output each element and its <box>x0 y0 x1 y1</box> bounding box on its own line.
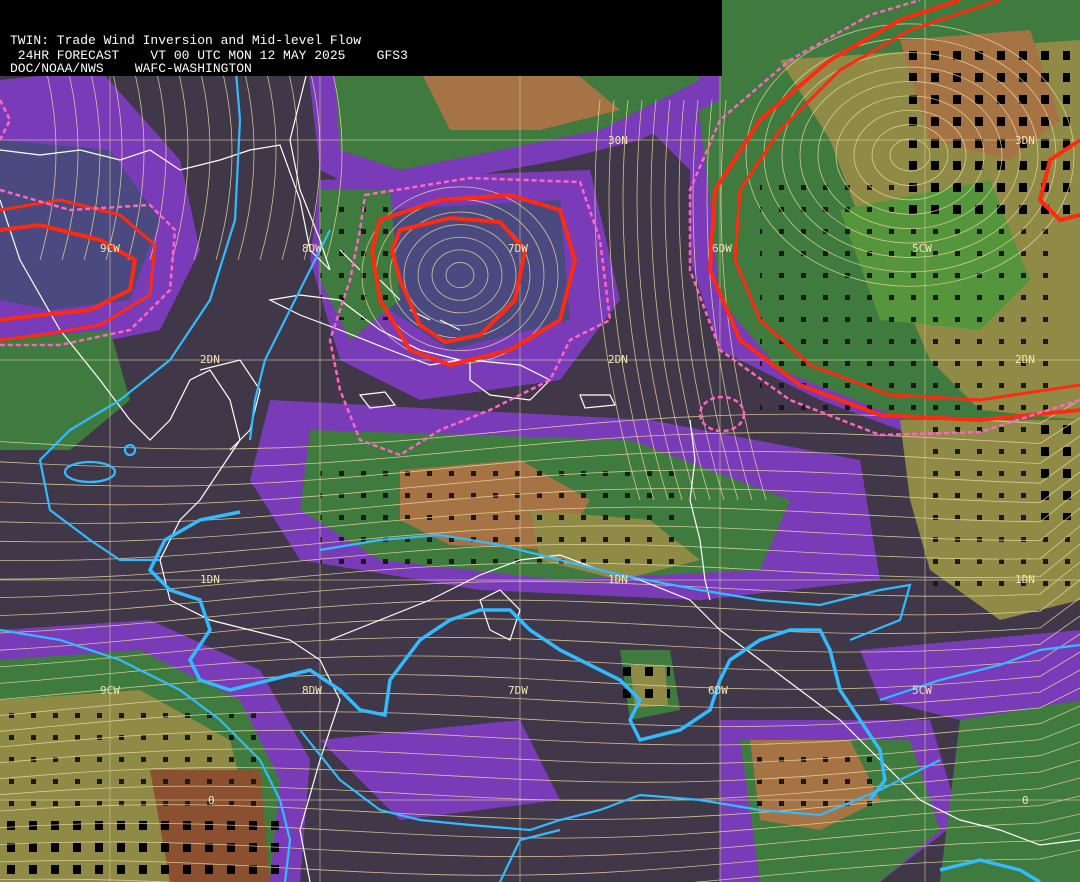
map-header: TWIN: Trade Wind Inversion and Mid-level… <box>0 0 722 76</box>
map-label-lon-50w-north: 5CW <box>912 242 932 255</box>
map-label-eq-east: 0 <box>1022 794 1029 807</box>
map-label-lat-10n-center: 1DN <box>608 573 628 586</box>
header-source-line: DOC/NOAA/NWS WAFC-WASHINGTON <box>10 61 252 76</box>
map-label-lon-90w-north: 9CW <box>100 242 120 255</box>
map-label-lon-60w-south: 6DW <box>708 684 728 697</box>
map-label-lat-30n-east: 3DN <box>1015 134 1035 147</box>
marker-field-sw-big <box>0 820 280 882</box>
header-title: TWIN: Trade Wind Inversion and Mid-level… <box>10 33 362 48</box>
map-label-lat-30n-center: 30N <box>608 134 628 147</box>
marker-field-ne-big <box>900 40 1070 220</box>
map-label-lon-70w-south: 7DW <box>508 684 528 697</box>
map-label-lat-20n-center: 2DN <box>608 353 628 366</box>
map-label-lon-80w-south: 8DW <box>302 684 322 697</box>
map-canvas: 30N 3DN 9CW 8DW 7DW 6DW 5CW 2DN 2DN 2DN 1DN 1DN 1DN 9… <box>0 0 1080 882</box>
map-label-lat-20n-east: 2DN <box>1015 353 1035 366</box>
map-label-lon-70w-north: 7DW <box>508 242 528 255</box>
map-label-lon-50w-south: 5CW <box>912 684 932 697</box>
marker-field-carib <box>320 460 680 570</box>
map-label-lat-10n-east: 1DN <box>1015 573 1035 586</box>
map-label-lon-90w-south: 9CW <box>100 684 120 697</box>
map-label-lat-10n-west: 1DN <box>200 573 220 586</box>
map-label-lon-80w-north: 8DW <box>302 242 322 255</box>
weather-map: 30N 3DN 9CW 8DW 7DW 6DW 5CW 2DN 2DN 2DN 1DN 1DN 1DN 9… <box>0 0 1080 882</box>
marker-field-east-big <box>1030 420 1080 520</box>
map-label-eq-west: 0 <box>208 794 215 807</box>
map-label-lon-60w-north: 6DW <box>712 242 732 255</box>
map-label-lat-20n-west: 2DN <box>200 353 220 366</box>
